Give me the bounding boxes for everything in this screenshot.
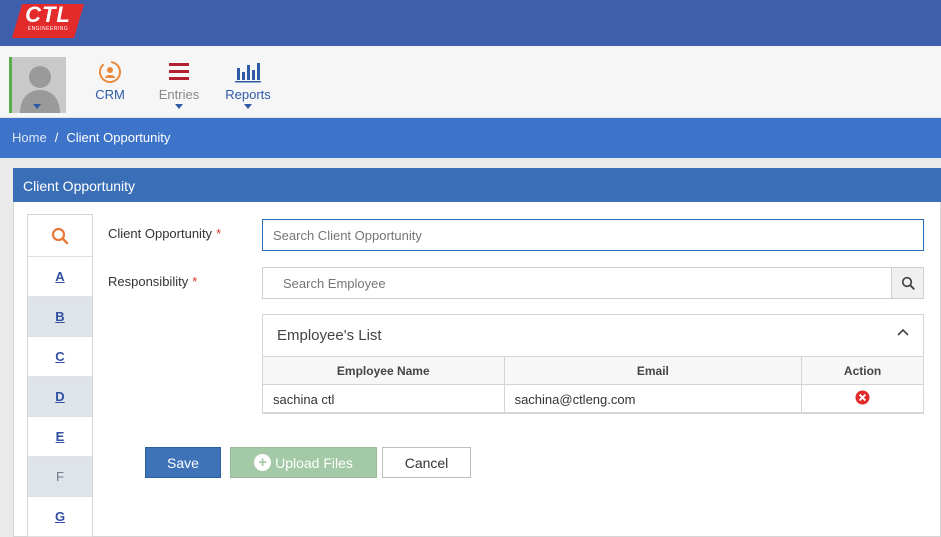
employee-email-cell: sachina@ctleng.com [503, 384, 803, 414]
nav-entries-label: Entries [158, 87, 200, 102]
employee-search-input[interactable] [262, 267, 892, 299]
breadcrumb: Home / Client Opportunity [12, 130, 170, 145]
upload-files-button[interactable]: + Upload Files [230, 447, 377, 478]
alpha-item-d[interactable]: D [28, 377, 92, 417]
client-opportunity-label: Client Opportunity * [108, 226, 221, 241]
responsibility-label-text: Responsibility [108, 274, 189, 289]
alphabet-filter: A B C D E F G [27, 214, 93, 537]
nav-reports-caret-icon [244, 104, 252, 109]
client-opportunity-search-input[interactable] [262, 219, 924, 251]
employee-search-button[interactable] [891, 267, 924, 299]
column-email: Email [503, 356, 803, 385]
search-icon [51, 227, 69, 244]
search-icon [901, 276, 915, 290]
breadcrumb-current: Client Opportunity [66, 130, 171, 145]
responsibility-label: Responsibility * [108, 274, 197, 289]
column-employee-name: Employee Name [262, 356, 505, 385]
breadcrumb-home[interactable]: Home [12, 130, 47, 145]
save-button[interactable]: Save [145, 447, 221, 478]
menu-bars-icon [169, 63, 189, 80]
nav-crm-label: CRM [95, 87, 125, 102]
remove-icon[interactable] [855, 390, 870, 405]
nav-reports[interactable]: Reports [220, 58, 276, 109]
table-row: sachina ctl sachina@ctleng.com [262, 384, 924, 414]
alpha-item-a[interactable]: A [28, 257, 92, 297]
plus-circle-icon: + [254, 454, 272, 471]
alpha-item-b[interactable]: B [28, 297, 92, 337]
panel-title: Client Opportunity [13, 168, 941, 202]
logo-text: CTL [25, 2, 71, 27]
employee-list-title: Employee's List [277, 327, 382, 344]
column-action: Action [801, 356, 924, 385]
client-opportunity-label-text: Client Opportunity [108, 226, 213, 241]
crm-icon [99, 61, 121, 83]
avatar-caret-icon[interactable] [33, 104, 41, 109]
nav-reports-label: Reports [225, 87, 271, 102]
logo-subtext: ENGINEERING [27, 26, 69, 32]
nav-entries[interactable]: Entries [150, 58, 208, 109]
nav-entries-caret-icon [175, 104, 183, 109]
alpha-item-g[interactable]: G [28, 497, 92, 537]
upload-files-label: Upload Files [275, 454, 353, 471]
employee-name-cell: sachina ctl [262, 384, 505, 414]
table-header-row: Employee Name Email Action [262, 356, 924, 385]
alpha-item-f: F [28, 457, 92, 497]
nav-bar [0, 46, 941, 118]
breadcrumb-separator: / [54, 130, 59, 145]
alpha-search-button[interactable] [28, 215, 92, 257]
cancel-button[interactable]: Cancel [382, 447, 471, 478]
employee-table: Employee Name Email Action sachina ctl s… [262, 356, 924, 414]
required-mark: * [216, 226, 222, 241]
alpha-item-e[interactable]: E [28, 417, 92, 457]
required-mark: * [192, 274, 198, 289]
action-cell [801, 384, 924, 414]
nav-crm[interactable]: CRM [88, 58, 132, 102]
alpha-item-c[interactable]: C [28, 337, 92, 377]
bar-chart-icon [235, 63, 261, 83]
chevron-up-icon[interactable] [896, 326, 910, 340]
top-bar [0, 0, 941, 46]
